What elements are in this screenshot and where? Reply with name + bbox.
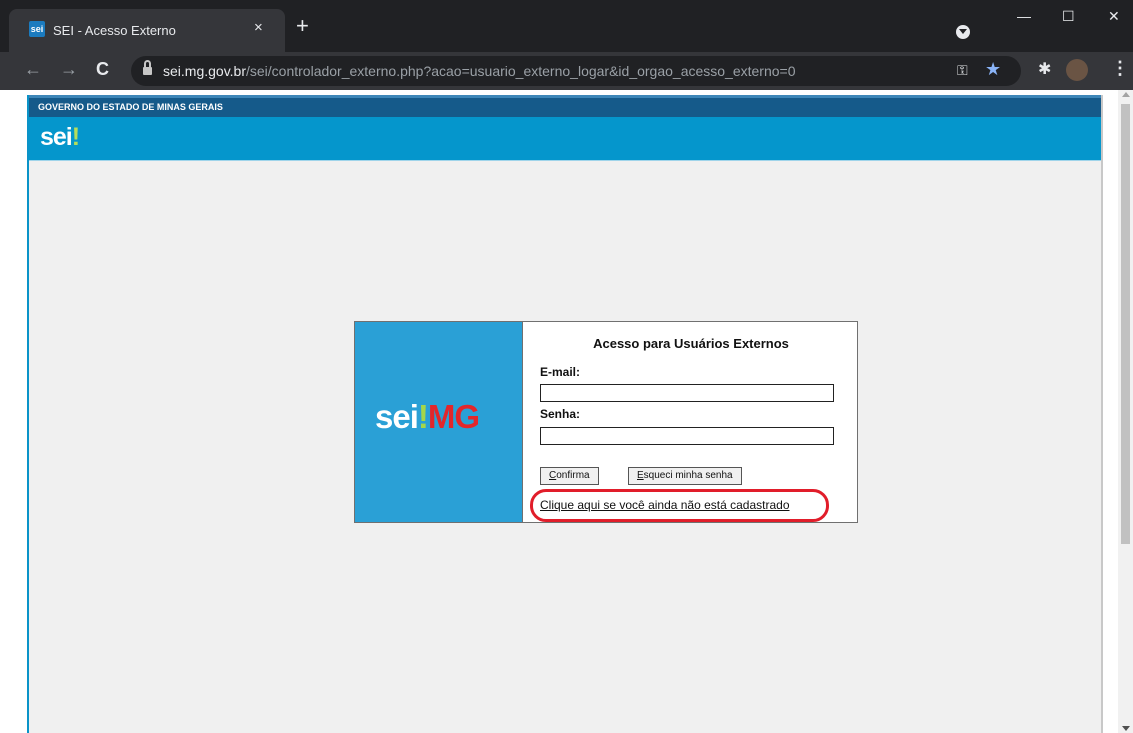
- scroll-up-arrow-icon[interactable]: [1122, 92, 1130, 97]
- header-logo-mark: !: [71, 123, 80, 151]
- browser-tab[interactable]: sei SEI - Acesso Externo ×: [9, 9, 285, 52]
- sei-header-logo: sei!: [40, 123, 80, 152]
- government-banner: GOVERNO DO ESTADO DE MINAS GERAIS: [29, 95, 1101, 117]
- tab-search-icon[interactable]: [956, 25, 970, 39]
- back-arrow-icon[interactable]: ←: [24, 59, 42, 80]
- browser-menu-icon[interactable]: ⋮: [1111, 58, 1129, 79]
- key-icon[interactable]: ⚿: [957, 62, 968, 79]
- url-path: /sei/controlador_externo.php?acao=usuari…: [246, 63, 796, 79]
- page-scrollbar[interactable]: [1118, 90, 1133, 733]
- maximize-button[interactable]: ☐: [1062, 8, 1075, 25]
- login-title: Acesso para Usuários Externos: [593, 336, 789, 351]
- close-window-button[interactable]: ✕: [1108, 8, 1120, 25]
- forward-arrow-icon[interactable]: →: [60, 59, 78, 80]
- forgot-label: squeci minha senha: [643, 470, 733, 481]
- minimize-button[interactable]: —: [1017, 8, 1031, 24]
- email-label: E-mail:: [540, 365, 581, 379]
- browser-toolbar: ← → C sei.mg.gov.br/sei/controlador_exte…: [0, 52, 1133, 90]
- site-header: sei!: [29, 117, 1101, 161]
- forgot-access-key: E: [637, 470, 644, 481]
- url-text[interactable]: sei.mg.gov.br/sei/controlador_externo.ph…: [163, 63, 796, 79]
- scroll-thumb[interactable]: [1121, 104, 1130, 544]
- tab-title: SEI - Acesso Externo: [53, 23, 176, 38]
- sei-mg-logo-panel: sei!MG: [355, 322, 523, 522]
- logo-mg: MG: [427, 398, 480, 435]
- password-label: Senha:: [540, 407, 581, 421]
- scroll-down-arrow-icon[interactable]: [1122, 726, 1130, 731]
- forgot-password-button[interactable]: Esqueci minha senha: [628, 467, 742, 485]
- sei-mg-logo: sei!MG: [375, 398, 480, 436]
- government-banner-text: GOVERNO DO ESTADO DE MINAS GERAIS: [38, 102, 223, 112]
- bookmark-star-icon[interactable]: ★: [985, 59, 1001, 80]
- tab-close-icon[interactable]: ×: [254, 19, 263, 36]
- red-highlight-annotation: [530, 489, 829, 522]
- url-host: sei.mg.gov.br: [163, 63, 246, 79]
- lock-icon[interactable]: [143, 60, 152, 76]
- profile-avatar[interactable]: [1066, 59, 1088, 81]
- login-form: Acesso para Usuários Externos E-mail: Se…: [524, 322, 858, 522]
- browser-tab-strip: sei SEI - Acesso Externo × + — ☐ ✕: [0, 0, 1133, 52]
- header-logo-text: sei: [40, 123, 73, 151]
- sei-favicon-icon: sei: [29, 21, 45, 37]
- page-viewport: GOVERNO DO ESTADO DE MINAS GERAIS sei! s…: [0, 90, 1133, 733]
- confirm-label: onfirma: [556, 470, 590, 481]
- logo-mark: !: [417, 398, 429, 435]
- password-field[interactable]: [540, 427, 834, 445]
- address-bar[interactable]: sei.mg.gov.br/sei/controlador_externo.ph…: [131, 56, 1021, 86]
- confirm-button[interactable]: Confirma: [540, 467, 599, 485]
- new-tab-button[interactable]: +: [296, 15, 309, 37]
- logo-sei: sei: [375, 398, 419, 435]
- email-field[interactable]: [540, 384, 834, 402]
- reload-icon[interactable]: C: [96, 59, 109, 80]
- login-box: sei!MG Acesso para Usuários Externos E-m…: [354, 321, 858, 523]
- extensions-puzzle-icon[interactable]: ✱: [1038, 59, 1051, 79]
